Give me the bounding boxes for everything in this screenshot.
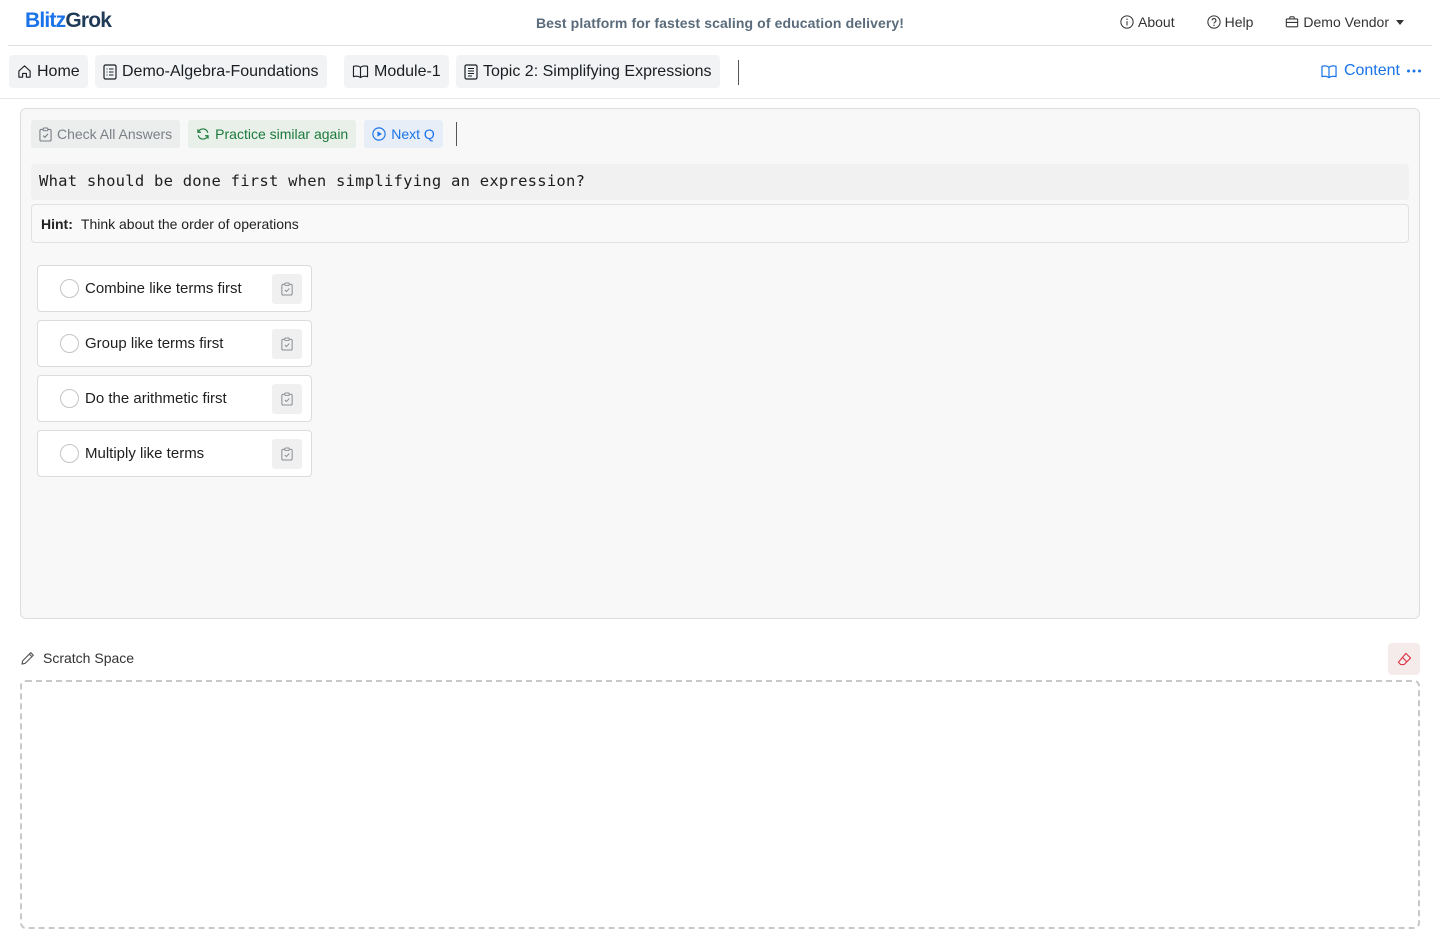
about-link[interactable]: About [1120,14,1175,30]
answer-option-label: Do the arithmetic first [85,390,227,407]
briefcase-icon [1285,15,1299,29]
info-circle-icon [1120,15,1134,29]
breadcrumb-home-label: Home [37,62,80,80]
about-label: About [1138,14,1175,30]
breadcrumb-topic-label: Topic 2: Simplifying Expressions [483,62,712,80]
practice-similar-label: Practice similar again [215,126,349,142]
question-circle-icon [1206,15,1221,29]
question-text: What should be done first when simplifyi… [31,164,1409,200]
breadcrumb-course-label: Demo-Algebra-Foundations [122,62,319,80]
clipboard-check-icon [281,282,293,296]
hint-text: Think about the order of operations [80,215,299,232]
top-navbar: BlitzGrok Best platform for fastest scal… [8,0,1432,46]
next-question-button[interactable]: Next Q [364,120,443,148]
answer-option-label: Group like terms first [85,335,224,352]
check-answer-button[interactable] [272,329,302,359]
check-all-answers-label: Check All Answers [57,126,173,142]
radio-button[interactable] [60,389,79,408]
clear-scratch-button[interactable] [1388,643,1420,675]
breadcrumb-topic[interactable]: Topic 2: Simplifying Expressions [456,55,720,88]
refresh-icon [196,127,210,141]
scratch-space-title: Scratch Space [43,650,135,666]
pencil-icon [20,651,35,666]
answer-option[interactable]: Do the arithmetic first [37,375,312,422]
radio-button[interactable] [60,279,79,298]
check-answer-button[interactable] [272,439,302,469]
answer-options: Combine like terms first Group like term… [37,265,312,485]
house-icon [17,64,32,79]
hint-label: Hint: [41,215,73,232]
content-menu-label: Content [1343,62,1400,79]
breadcrumb-module[interactable]: Module-1 [344,55,449,88]
content-menu-button[interactable]: Content [1320,62,1422,80]
question-panel: Check All Answers Practice similar again… [20,108,1420,619]
scratch-canvas[interactable] [20,680,1420,929]
clipboard-check-icon [281,337,293,351]
hint-box: Hint: Think about the order of operation… [31,204,1409,243]
play-circle-icon [372,127,386,141]
check-answer-button[interactable] [272,274,302,304]
check-all-answers-button[interactable]: Check All Answers [31,120,181,148]
scratch-space-header: Scratch Space [20,650,134,666]
practice-similar-button[interactable]: Practice similar again [188,120,357,148]
breadcrumb-home[interactable]: Home [9,55,88,88]
check-answer-button[interactable] [272,384,302,414]
vendor-dropdown[interactable]: Demo Vendor [1285,14,1404,30]
answer-option-label: Combine like terms first [85,280,242,297]
breadcrumb-divider [738,60,739,85]
ellipsis-icon [1406,68,1422,74]
list-doc-icon [103,63,117,80]
chevron-down-icon [1396,19,1404,25]
book-icon [352,64,369,79]
breadcrumb-module-label: Module-1 [374,62,441,80]
next-question-label: Next Q [391,126,435,142]
vendor-label: Demo Vendor [1303,14,1389,30]
breadcrumb: Home Demo-Algebra-Foundations Module-1 T… [0,46,1440,99]
clipboard-check-icon [39,126,52,142]
answer-option[interactable]: Group like terms first [37,320,312,367]
answer-option[interactable]: Multiply like terms [37,430,312,477]
clipboard-check-icon [281,392,293,406]
toolbar-divider [455,122,457,146]
breadcrumb-course[interactable]: Demo-Algebra-Foundations [95,55,327,88]
question-toolbar: Check All Answers Practice similar again… [31,120,457,148]
help-link[interactable]: Help [1206,14,1254,30]
help-label: Help [1224,14,1254,30]
clipboard-check-icon [281,447,293,461]
radio-button[interactable] [60,444,79,463]
book-icon [1320,64,1338,79]
eraser-icon [1397,652,1412,666]
answer-option[interactable]: Combine like terms first [37,265,312,312]
answer-option-label: Multiply like terms [85,445,205,462]
document-icon [464,63,478,80]
radio-button[interactable] [60,334,79,353]
